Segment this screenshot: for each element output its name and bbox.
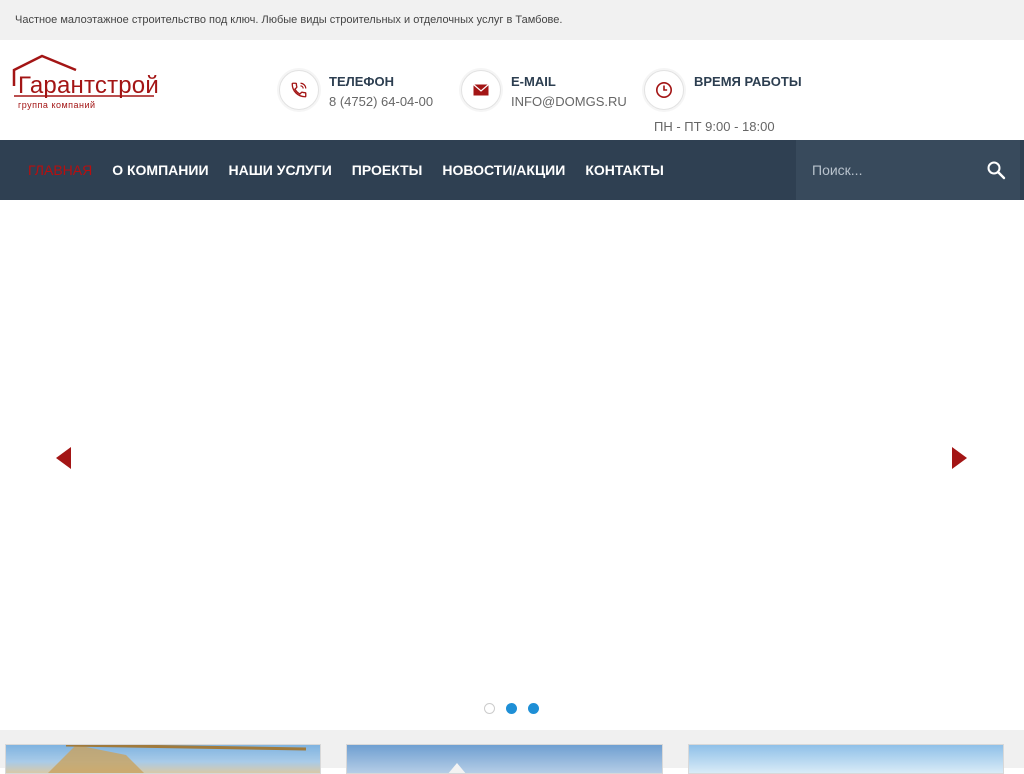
feature-card-3-image[interactable]: [688, 744, 1004, 774]
clock-icon: [644, 70, 684, 110]
logo-subtitle: группа компаний: [18, 100, 96, 110]
top-bar: Частное малоэтажное строительство под кл…: [0, 0, 1024, 40]
nav-item-about[interactable]: О КОМПАНИИ: [112, 162, 208, 178]
nav-item-services[interactable]: НАШИ УСЛУГИ: [229, 162, 332, 178]
feature-card-2-image[interactable]: [346, 744, 663, 774]
slider-dot-1[interactable]: [484, 703, 495, 714]
phone-title: ТЕЛЕФОН: [329, 74, 394, 89]
nav-item-contacts[interactable]: КОНТАКТЫ: [585, 162, 663, 178]
logo[interactable]: Гарантстрой группа компаний: [12, 52, 162, 112]
slider-prev-arrow-icon[interactable]: [56, 447, 72, 469]
mail-icon: [461, 70, 501, 110]
email-block: E-MAIL INFO@DOMGS.RU: [461, 70, 627, 110]
phone-block: ТЕЛЕФОН 8 (4752) 64-04-00: [279, 70, 433, 110]
search-icon[interactable]: [986, 160, 1006, 180]
feature-cards: [0, 730, 1024, 774]
hours-block: ВРЕМЯ РАБОТЫ: [644, 70, 802, 110]
hours-title: ВРЕМЯ РАБОТЫ: [694, 74, 802, 89]
header: Гарантстрой группа компаний ТЕЛЕФОН 8 (4…: [0, 40, 1024, 140]
search-box: [796, 140, 1020, 200]
hours-value: ПН - ПТ 9:00 - 18:00: [654, 119, 775, 134]
feature-card-1-image[interactable]: [5, 744, 321, 774]
slider-dot-2[interactable]: [506, 703, 517, 714]
phone-icon: [279, 70, 319, 110]
logo-name: Гарантстрой: [18, 72, 159, 99]
slider-next-arrow-icon[interactable]: [951, 447, 967, 469]
nav-item-news[interactable]: НОВОСТИ/АКЦИИ: [442, 162, 565, 178]
nav-item-projects[interactable]: ПРОЕКТЫ: [352, 162, 423, 178]
phone-value[interactable]: 8 (4752) 64-04-00: [329, 94, 433, 109]
search-input[interactable]: [796, 162, 976, 178]
email-value[interactable]: INFO@DOMGS.RU: [511, 94, 627, 109]
nav-item-home[interactable]: ГЛАВНАЯ: [28, 162, 92, 178]
slider-dot-3[interactable]: [528, 703, 539, 714]
hero-slider: [0, 200, 1024, 730]
nav-menu: ГЛАВНАЯ О КОМПАНИИ НАШИ УСЛУГИ ПРОЕКТЫ Н…: [0, 162, 684, 178]
email-title: E-MAIL: [511, 74, 556, 89]
tagline: Частное малоэтажное строительство под кл…: [15, 14, 563, 26]
slider-dots: [484, 703, 550, 714]
main-nav: ГЛАВНАЯ О КОМПАНИИ НАШИ УСЛУГИ ПРОЕКТЫ Н…: [0, 140, 1024, 200]
